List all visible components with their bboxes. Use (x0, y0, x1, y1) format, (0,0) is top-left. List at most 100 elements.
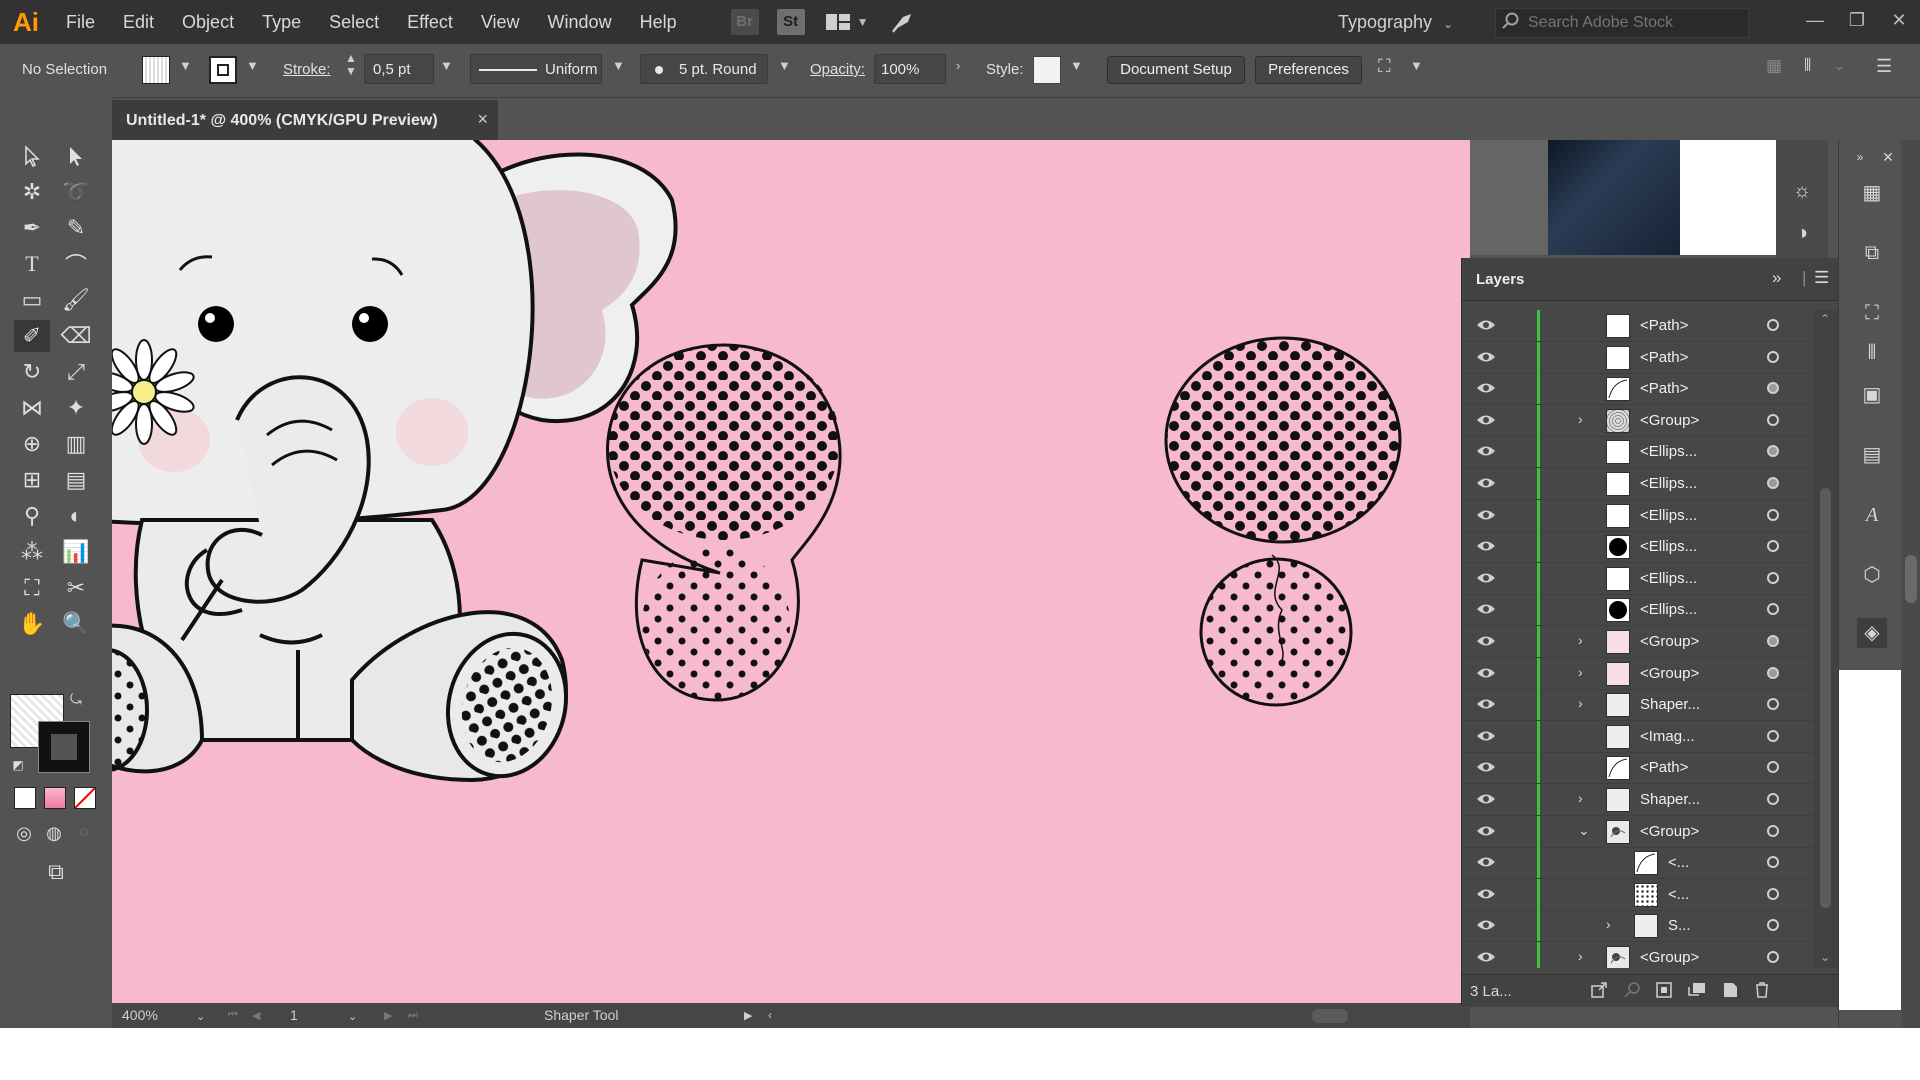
chevron-down-icon[interactable]: ⌄ (1578, 822, 1590, 839)
layer-row[interactable]: › <Group> (1462, 404, 1814, 437)
eraser-tool-icon[interactable]: ⌫ (58, 320, 94, 352)
layer-name[interactable]: <Path> (1640, 349, 1688, 366)
stock-icon[interactable]: St (776, 9, 805, 35)
expand-dock-icon[interactable]: » (1845, 142, 1875, 172)
layer-row[interactable]: <Ellips... (1462, 594, 1814, 627)
stroke-swatch[interactable] (209, 56, 237, 84)
menu-edit[interactable]: Edit (109, 12, 168, 33)
chevron-down-icon[interactable]: ▼ (179, 58, 192, 73)
layer-row[interactable]: › <Group> (1462, 942, 1814, 968)
menu-window[interactable]: Window (534, 12, 626, 33)
close-icon[interactable]: ✕ (1878, 0, 1920, 44)
visibility-eye-icon[interactable] (1476, 887, 1496, 901)
visibility-eye-icon[interactable] (1476, 508, 1496, 522)
target-circle-icon[interactable] (1767, 824, 1779, 837)
target-circle-icon[interactable] (1767, 350, 1779, 363)
collapse-panel-icon[interactable]: » (1772, 268, 1781, 288)
stroke-label[interactable]: Stroke: (283, 61, 331, 78)
change-screen-mode-icon[interactable]: ⧉ (36, 857, 76, 887)
draw-behind-icon[interactable]: ◍ (38, 819, 70, 847)
target-circle-icon[interactable] (1767, 603, 1779, 616)
artboard-tool-icon[interactable]: ⛶ (14, 572, 50, 604)
direct-selection-tool-icon[interactable] (58, 140, 94, 172)
chevron-down-icon[interactable]: ⌄ (196, 1010, 205, 1023)
target-circle-icon[interactable] (1767, 635, 1779, 647)
visibility-eye-icon[interactable] (1476, 413, 1496, 427)
curvature-tool-icon[interactable]: ✎ (58, 212, 94, 244)
minimize-icon[interactable]: — (1794, 0, 1836, 44)
layer-name[interactable]: <Group> (1640, 823, 1699, 840)
zoom-tool-icon[interactable]: 🔍 (58, 608, 94, 640)
visibility-eye-icon[interactable] (1476, 539, 1496, 553)
chevron-right-icon[interactable]: › (1578, 695, 1583, 711)
visibility-eye-icon[interactable] (1476, 760, 1496, 774)
close-dock-icon[interactable]: ✕ (1873, 142, 1903, 172)
color-mode-icon[interactable] (14, 787, 36, 809)
layer-name[interactable]: <Ellips... (1640, 507, 1697, 524)
layer-row[interactable]: <Ellips... (1462, 531, 1814, 564)
first-artboard-icon[interactable]: ⏮ (228, 1009, 238, 1022)
gradient-icon[interactable]: ▤ (1857, 440, 1887, 470)
target-circle-icon[interactable] (1767, 382, 1779, 395)
paintbrush-tool-icon[interactable]: 🖌 (58, 284, 94, 316)
workspace-switcher[interactable]: Typography ⌄ (1338, 0, 1453, 44)
layer-row[interactable]: <Path> (1462, 310, 1814, 342)
chevron-right-icon[interactable]: › (1606, 916, 1611, 932)
visibility-eye-icon[interactable] (1476, 697, 1496, 711)
layer-name[interactable]: <Imag... (1640, 728, 1695, 745)
next-artboard-icon[interactable]: ▶ (384, 1009, 392, 1022)
target-circle-icon[interactable] (1767, 540, 1779, 553)
opacity-field[interactable]: 100% (874, 54, 946, 84)
panel-menu-icon[interactable]: ☰ (1814, 268, 1829, 288)
color-guide-icon[interactable]: ☼ (1787, 176, 1817, 206)
menu-select[interactable]: Select (315, 12, 393, 33)
target-circle-icon[interactable] (1767, 413, 1779, 426)
layer-name[interactable]: <Ellips... (1640, 443, 1697, 460)
fill-swatch[interactable] (142, 56, 170, 84)
chevron-right-icon[interactable]: › (1578, 948, 1583, 964)
slice-tool-icon[interactable]: ✂ (58, 572, 94, 604)
target-circle-icon[interactable] (1767, 856, 1779, 869)
hand-tool-icon[interactable]: ✋ (14, 608, 50, 640)
status-menu-icon[interactable]: ▶ (744, 1009, 752, 1022)
layer-name[interactable]: Shaper... (1640, 696, 1700, 713)
target-circle-icon[interactable] (1767, 887, 1779, 900)
lasso-tool-icon[interactable]: ➰ (58, 176, 94, 208)
visibility-eye-icon[interactable] (1476, 602, 1496, 616)
close-tab-icon[interactable]: × (477, 109, 488, 130)
layer-name[interactable]: <Ellips... (1640, 538, 1697, 555)
puppet-warp-tool-icon[interactable]: ✦ (58, 392, 94, 424)
scale-tool-icon[interactable]: ⤢ (58, 356, 94, 388)
artboards-icon[interactable]: ▣ (1857, 380, 1887, 410)
stroke-color-box[interactable] (38, 721, 90, 773)
layer-row[interactable]: ⌄ <Group> (1462, 815, 1814, 848)
chevron-down-icon[interactable]: ▼ (612, 58, 625, 73)
layer-row[interactable]: <Ellips... (1462, 436, 1814, 469)
layer-name[interactable]: <... (1668, 854, 1689, 871)
visibility-eye-icon[interactable] (1476, 634, 1496, 648)
chevron-down-icon[interactable]: ▼ (246, 58, 259, 73)
shape-builder-tool-icon[interactable]: ⊕ (14, 428, 50, 460)
appearance-icon[interactable]: ◑ (1787, 218, 1817, 248)
visibility-eye-icon[interactable] (1476, 381, 1496, 395)
align-icon[interactable]: ▦ (1766, 56, 1782, 76)
stock-search-input[interactable] (1526, 13, 1740, 33)
opacity-label[interactable]: Opacity: (810, 61, 865, 78)
layer-name[interactable]: <Path> (1640, 317, 1688, 334)
new-layer-icon[interactable] (1721, 981, 1739, 999)
scroll-down-icon[interactable]: ⌄ (1820, 950, 1830, 964)
layer-name[interactable]: S... (1668, 917, 1691, 934)
layer-row[interactable]: <Imag... (1462, 720, 1814, 753)
previous-artboard-icon[interactable]: ◀ (252, 1009, 260, 1022)
target-circle-icon[interactable] (1767, 508, 1779, 521)
layer-name[interactable]: <Group> (1640, 949, 1699, 966)
brush-definition-select[interactable]: 5 pt. Round (640, 54, 768, 84)
draw-inside-icon[interactable]: ◌ (68, 819, 100, 847)
layer-name[interactable]: <Path> (1640, 759, 1688, 776)
chevron-down-icon[interactable]: ▼ (857, 15, 869, 29)
target-circle-icon[interactable] (1767, 319, 1779, 331)
new-sublayer-icon[interactable] (1687, 981, 1705, 999)
blend-tool-icon[interactable]: ◐ (58, 500, 94, 532)
layer-name[interactable]: <Ellips... (1640, 570, 1697, 587)
rotate-tool-icon[interactable]: ↻ (14, 356, 50, 388)
